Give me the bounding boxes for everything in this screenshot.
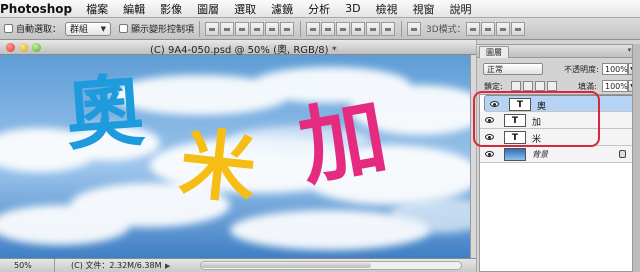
lock-pixels-icon[interactable] (523, 81, 533, 91)
layers-panel: 圖層 ▾≡ 正常 不透明度: 100% ▼ 鎖定: 填滿: 100% ▼ T 奧 (477, 40, 640, 272)
separator (401, 20, 403, 37)
align-top-icon[interactable] (205, 21, 220, 36)
zoom-window-button[interactable] (32, 43, 41, 52)
align-right-icon[interactable] (280, 21, 295, 36)
app-menu[interactable]: Photoshop (0, 2, 72, 16)
3d-mode-label: 3D模式： (426, 25, 466, 35)
separator (300, 20, 302, 37)
eye-icon[interactable] (485, 151, 494, 157)
opacity-label: 不透明度: (564, 65, 599, 74)
document-title: (C) 9A4-050.psd @ 50% (奧, RGB/8) * (150, 45, 337, 56)
status-bar: 50% (C) 文件：2.32M/6.38M ▶ (0, 258, 476, 272)
auto-select-checkbox[interactable] (4, 24, 13, 33)
menu-analysis[interactable]: 分析 (308, 1, 330, 17)
align-bottom-icon[interactable] (235, 21, 250, 36)
text-layer-icon: T (509, 98, 531, 111)
3d-slide-icon[interactable] (510, 21, 525, 36)
background-thumbnail (504, 148, 526, 161)
canvas-text-jia[interactable]: 加 (292, 85, 394, 198)
lock-position-icon[interactable] (535, 81, 545, 91)
distribute-right-icon[interactable] (381, 21, 396, 36)
menu-select[interactable]: 選取 (234, 1, 256, 17)
text-layer-icon: T (504, 114, 526, 127)
menu-3d[interactable]: 3D (345, 2, 360, 15)
close-window-button[interactable] (6, 43, 15, 52)
separator (199, 20, 201, 37)
layer-name[interactable]: 米 (532, 132, 541, 145)
layer-name[interactable]: 加 (532, 115, 541, 128)
layer-row-jia[interactable]: T 加 (480, 112, 636, 129)
horizontal-scrollbar[interactable] (200, 261, 462, 270)
layer-name[interactable]: 奧 (537, 99, 546, 112)
blend-row: 正常 不透明度: 100% ▼ (477, 60, 640, 78)
collapsed-panel-strip[interactable] (632, 44, 640, 272)
lock-label: 鎖定: (484, 82, 503, 91)
text-layer-icon: T (504, 131, 526, 144)
distribute-bottom-icon[interactable] (336, 21, 351, 36)
menu-image[interactable]: 影像 (160, 1, 182, 17)
menu-file[interactable]: 檔案 (86, 1, 108, 17)
distribute-top-icon[interactable] (306, 21, 321, 36)
chevron-down-icon: ▼ (100, 24, 107, 33)
fill-field[interactable]: 100% (602, 80, 628, 92)
blend-mode-dropdown[interactable]: 正常 (483, 63, 543, 75)
layer-name[interactable]: 背景 (532, 149, 548, 160)
menu-filter[interactable]: 濾鏡 (271, 1, 293, 17)
auto-select-value: 群組 (70, 25, 89, 35)
eye-icon[interactable] (485, 117, 494, 123)
menu-window[interactable]: 視窗 (413, 1, 435, 17)
layers-list: T 奧 T 加 T 米 背景 (479, 94, 640, 272)
menu-help[interactable]: 說明 (450, 1, 472, 17)
menu-layer[interactable]: 圖層 (197, 1, 219, 17)
distribute-left-icon[interactable] (351, 21, 366, 36)
fill-label: 填滿: (578, 82, 597, 91)
menu-edit[interactable]: 編輯 (123, 1, 145, 17)
align-vcenter-icon[interactable] (220, 21, 235, 36)
tab-layers[interactable]: 圖層 (479, 46, 509, 58)
eye-icon[interactable] (490, 101, 499, 107)
horizontal-scroll-thumb[interactable] (201, 263, 371, 268)
3d-rotate-icon[interactable] (465, 21, 480, 36)
photoshop-screen: Photoshop 檔案 編輯 影像 圖層 選取 濾鏡 分析 3D 檢視 視窗 … (0, 0, 640, 272)
vertical-scrollbar[interactable] (470, 55, 476, 258)
transform-controls-label: 顯示變形控制項 (131, 25, 195, 35)
lock-row: 鎖定: 填滿: 100% ▼ (477, 77, 640, 95)
document-canvas[interactable]: 奧 米 加 (0, 55, 470, 258)
document-info: (C) 文件：2.32M/6.38M (71, 261, 162, 270)
lock-transparency-icon[interactable] (511, 81, 521, 91)
lock-icon (619, 150, 626, 158)
layer-row-background[interactable]: 背景 (480, 146, 636, 163)
align-left-icon[interactable] (250, 21, 265, 36)
layer-row-mi[interactable]: T 米 (480, 129, 636, 146)
auto-select-dropdown[interactable]: 群組 ▼ (65, 21, 112, 36)
3d-roll-icon[interactable] (480, 21, 495, 36)
panel-tab-bar: 圖層 ▾≡ (477, 44, 640, 58)
status-menu-arrow-icon[interactable]: ▶ (165, 262, 175, 270)
options-bar: 自動選取： 群組 ▼ 顯示變形控制項 3D模式： (0, 18, 640, 40)
document-window: (C) 9A4-050.psd @ 50% (奧, RGB/8) * 奧 米 加… (0, 40, 476, 272)
canvas-text-ao[interactable]: 奧 (63, 66, 147, 161)
menu-view[interactable]: 檢視 (376, 1, 398, 17)
document-titlebar: (C) 9A4-050.psd @ 50% (奧, RGB/8) * (0, 40, 476, 56)
auto-align-icon[interactable] (407, 21, 422, 36)
menu-bar: Photoshop 檔案 編輯 影像 圖層 選取 濾鏡 分析 3D 檢視 視窗 … (0, 0, 640, 18)
align-hcenter-icon[interactable] (265, 21, 280, 36)
auto-select-label: 自動選取： (16, 25, 62, 35)
distribute-vcenter-icon[interactable] (321, 21, 336, 36)
transform-controls-checkbox[interactable] (119, 24, 129, 33)
canvas-text-mi[interactable]: 米 (176, 118, 261, 214)
opacity-field[interactable]: 100% (602, 63, 628, 75)
eye-icon[interactable] (485, 134, 494, 140)
zoom-level-field[interactable]: 50% (0, 259, 55, 272)
3d-drag-icon[interactable] (495, 21, 510, 36)
distribute-hcenter-icon[interactable] (366, 21, 381, 36)
minimize-window-button[interactable] (19, 43, 28, 52)
layer-row-ao[interactable]: T 奧 (484, 95, 640, 112)
lock-all-icon[interactable] (547, 81, 557, 91)
